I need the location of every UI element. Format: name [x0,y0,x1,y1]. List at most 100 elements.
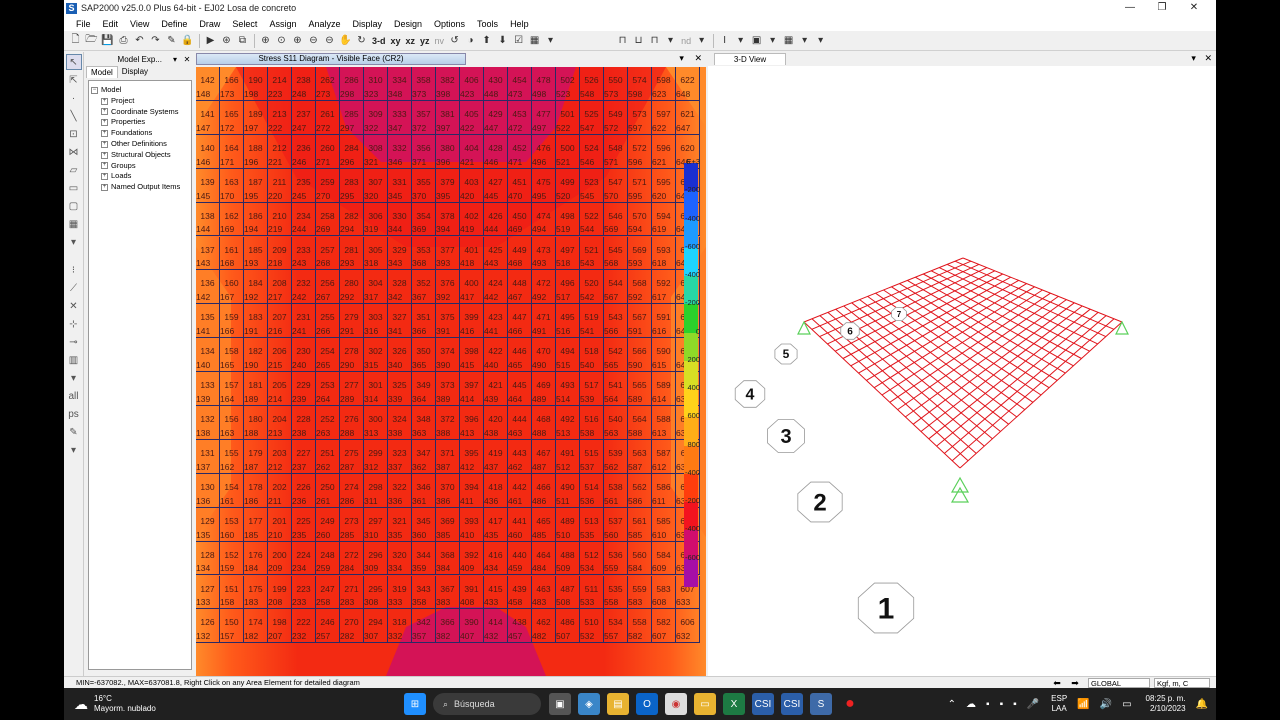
outlook-icon[interactable]: O [636,693,658,715]
3d-view-canvas[interactable]: 1 2 3 4 5 6 7 [708,66,1216,676]
stress-grid-cell[interactable]: 322 336 [388,473,412,508]
stress-grid-cell[interactable]: 261 272 [316,100,340,135]
stress-grid-cell[interactable]: 510 532 [580,609,604,644]
stress-grid-cell[interactable]: 449 468 [508,236,532,271]
stress-grid-cell[interactable]: 237 247 [292,100,316,135]
stress-grid-cell[interactable]: 351 366 [412,304,436,339]
stress-grid-cell[interactable]: 250 261 [316,473,340,508]
stress-grid-cell[interactable]: 489 510 [556,507,580,542]
stress-grid-cell[interactable]: 370 386 [436,473,460,508]
stress-grid-cell[interactable]: 320 334 [388,541,412,576]
stress-grid-cell[interactable]: 141 147 [196,100,220,135]
stress-grid-cell[interactable]: 198 207 [268,609,292,644]
stress-grid-cell[interactable]: 155 162 [220,439,244,474]
stress-grid-cell[interactable]: 492 513 [556,406,580,440]
stress-grid-cell[interactable]: 179 187 [244,439,268,474]
record-icon[interactable]: ● [839,693,861,715]
stress-grid-cell[interactable]: 228 238 [292,406,316,440]
set-display-options-icon[interactable]: ☑ [511,33,526,48]
stress-grid-cell[interactable]: 415 433 [484,575,508,610]
run-now-icon[interactable]: ⊛ [219,33,234,48]
stress-grid-cell[interactable]: 406 423 [460,67,484,101]
stress-grid-cell[interactable]: 166 173 [220,67,244,101]
undo-icon[interactable]: ↶ [132,33,147,48]
rotate-left-icon[interactable]: ↺ [447,33,462,48]
chrome-icon[interactable]: ◉ [665,693,687,715]
stress-grid-cell[interactable]: 421 439 [484,372,508,406]
stress-grid-cell[interactable]: 165 172 [220,100,244,135]
tree-node-project[interactable]: + Project [101,96,191,107]
stress-grid-cell[interactable]: 515 537 [580,439,604,474]
stress-grid-cell[interactable]: 299 312 [364,439,388,474]
chevron-down-icon[interactable]: ▾ [1191,53,1196,63]
stress-grid-cell[interactable]: 342 357 [412,609,436,644]
stress-grid-cell[interactable]: 326 340 [388,338,412,373]
stress-grid-cell[interactable]: 187 195 [244,168,268,203]
stress-grid-cell[interactable]: 621 647 [676,100,700,135]
stress-grid-cell[interactable]: 279 291 [340,304,364,339]
stress-grid-cell[interactable]: 606 632 [676,609,700,644]
frame-section-icon[interactable]: ⊓ [615,33,630,48]
stress-grid-cell[interactable]: 211 220 [268,168,292,203]
stress-grid-cell[interactable]: 548 571 [604,134,628,169]
stress-grid-cell[interactable]: 129 135 [196,507,220,542]
stress-grid-cell[interactable]: 495 516 [556,304,580,339]
stress-grid-cell[interactable]: 180 188 [244,406,268,440]
stress-grid-cell[interactable]: 223 233 [292,575,316,610]
stress-grid-cell[interactable]: 468 488 [532,406,556,440]
area-section-icon[interactable]: ▣ [749,33,764,48]
stress-grid-cell[interactable]: 343 358 [412,575,436,610]
stress-grid-cell[interactable]: 138 144 [196,202,220,237]
stress-grid-cell[interactable]: 543 566 [604,304,628,339]
stress-grid-cell[interactable]: 186 194 [244,202,268,237]
stress-grid-cell[interactable]: 367 383 [436,575,460,610]
close-button[interactable]: ✕ [1178,0,1210,16]
stress-grid-cell[interactable]: 248 259 [316,541,340,576]
zoom-in-icon[interactable]: ⊕ [290,33,305,48]
stress-grid-cell[interactable]: 397 414 [460,372,484,406]
stress-grid-cell[interactable]: 353 368 [412,236,436,271]
stress-grid-cell[interactable]: 277 289 [340,372,364,406]
weather-widget[interactable]: ☁ 16°C Mayorm. nublado [74,694,156,714]
stress-grid-cell[interactable]: 304 317 [364,270,388,305]
stress-grid-cell[interactable]: 465 485 [532,507,556,542]
stress-grid-cell[interactable]: 395 412 [460,439,484,474]
stress-grid-cell[interactable]: 453 472 [508,100,532,135]
dropdown-arrow-icon[interactable]: ▾ [66,370,82,386]
stress-grid-cell[interactable]: 158 165 [220,338,244,373]
stress-grid-cell[interactable]: 466 486 [532,473,556,508]
stress-grid-cell[interactable]: 521 543 [580,236,604,271]
stress-grid-cell[interactable]: 324 338 [388,406,412,440]
csi-app-icon[interactable]: CSI [752,693,774,715]
stress-grid-cell[interactable]: 511 533 [580,575,604,610]
stress-grid-cell[interactable]: 525 547 [580,100,604,135]
menu-help[interactable]: Help [510,19,529,29]
menu-display[interactable]: Display [352,19,382,29]
menu-select[interactable]: Select [232,19,257,29]
stress-grid-cell[interactable]: 310 323 [364,67,388,101]
deselect-icon[interactable]: ✕ [66,298,82,314]
stress-grid-cell[interactable]: 153 160 [220,507,244,542]
stress-grid-cell[interactable]: 305 318 [364,236,388,271]
notification-icon[interactable]: 🔔 [1196,699,1208,710]
stress-grid-cell[interactable]: 472 492 [532,270,556,305]
stress-grid-cell[interactable]: 524 546 [580,134,604,169]
wifi-icon[interactable]: 📶 [1077,699,1089,710]
stress-grid-cell[interactable]: 346 361 [412,473,436,508]
stress-grid-cell[interactable]: 445 464 [508,372,532,406]
stress-grid-cell[interactable]: 423 441 [484,304,508,339]
stress-grid-cell[interactable]: 502 523 [556,67,580,101]
stress-grid-cell[interactable]: 212 221 [268,134,292,169]
stress-grid-cell[interactable]: 135 141 [196,304,220,339]
stress-grid-cell[interactable]: 519 541 [580,304,604,339]
stress-grid-cell[interactable]: 512 534 [580,541,604,576]
stress-grid-cell[interactable]: 558 582 [628,609,652,644]
microphone-icon[interactable]: 🎤 [1027,699,1039,710]
stress-grid-cell[interactable]: 132 138 [196,406,220,440]
stress-grid-cell[interactable]: 271 283 [340,575,364,610]
stress-grid-cell[interactable]: 425 443 [484,236,508,271]
stress-grid-cell[interactable]: 566 590 [628,338,652,373]
dropdown-arrow-icon[interactable]: ▾ [733,33,748,48]
stress-grid-cell[interactable]: 303 316 [364,304,388,339]
stress-grid-cell[interactable]: 161 168 [220,236,244,271]
